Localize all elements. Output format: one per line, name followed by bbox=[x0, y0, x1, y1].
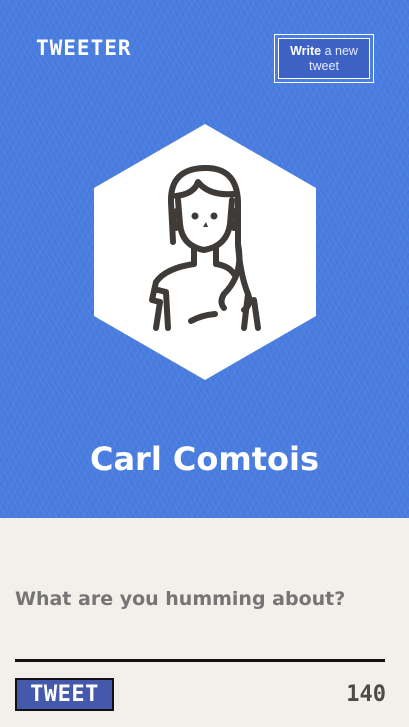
write-button-line2: tweet bbox=[309, 58, 339, 73]
profile-name: Carl Comtois bbox=[89, 440, 320, 478]
app-logo[interactable]: TWEETER bbox=[36, 36, 132, 60]
tweet-button[interactable]: TWEET bbox=[15, 678, 114, 711]
woman-avatar-icon bbox=[94, 124, 316, 380]
char-counter: 140 bbox=[346, 682, 386, 707]
write-new-tweet-button[interactable]: Write a new tweet bbox=[274, 34, 374, 83]
write-button-inner: Write a new tweet bbox=[278, 38, 370, 79]
profile-header: TWEETER Write a new tweet Carl Comtois bbox=[0, 0, 409, 518]
avatar bbox=[94, 124, 316, 380]
write-button-bold: Write bbox=[290, 43, 322, 58]
composer-divider bbox=[15, 659, 385, 662]
write-button-line1: Write a new bbox=[290, 44, 358, 59]
tweet-input[interactable] bbox=[15, 588, 395, 610]
write-button-rest: a new bbox=[324, 43, 358, 58]
